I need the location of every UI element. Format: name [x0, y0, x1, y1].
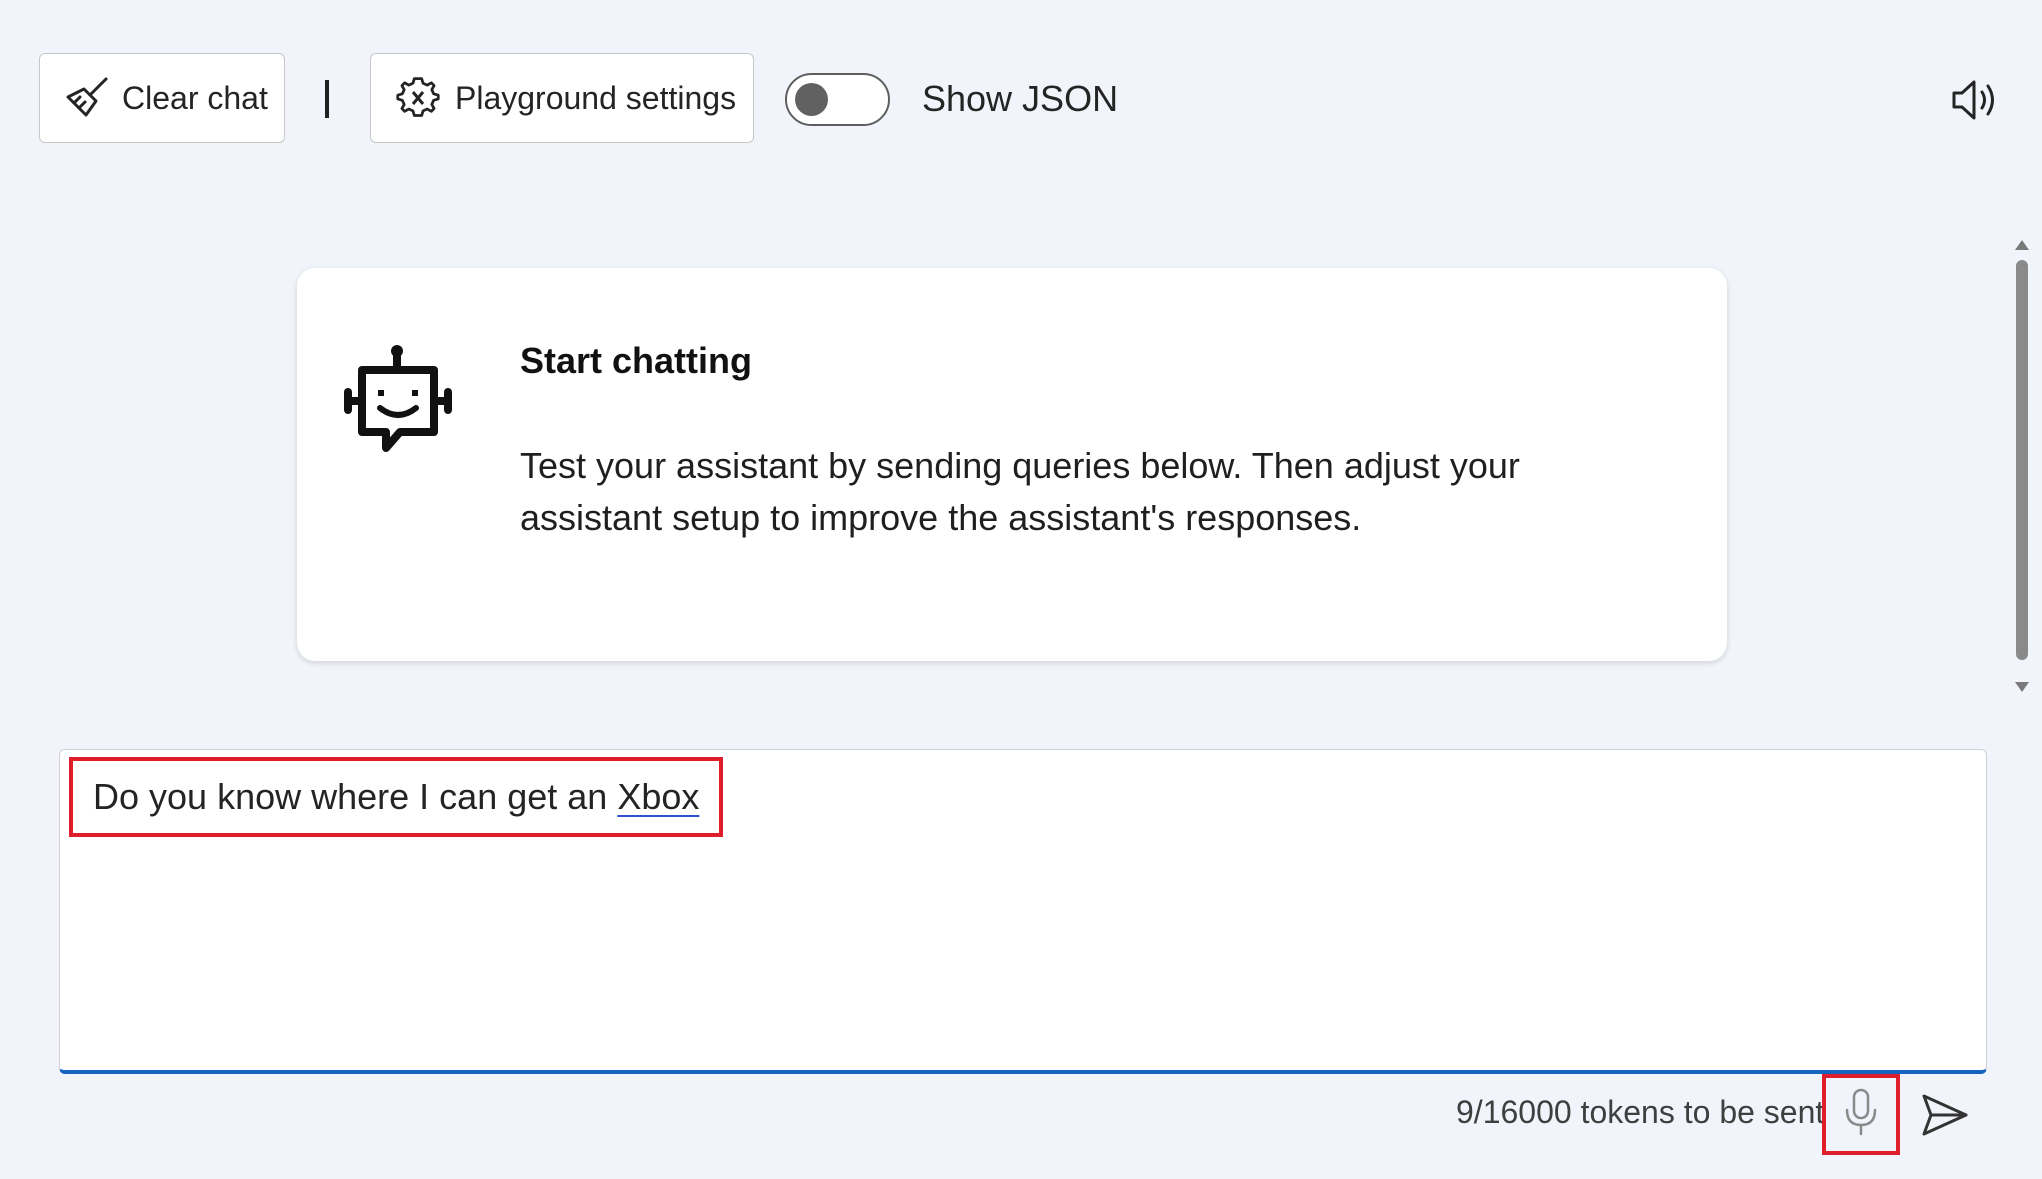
microphone-button[interactable]: [1822, 1074, 1900, 1155]
clear-chat-button[interactable]: Clear chat: [39, 53, 285, 143]
scroll-thumb[interactable]: [2016, 260, 2028, 660]
clear-chat-label: Clear chat: [122, 79, 268, 116]
input-text: Do you know where I can get an Xbox: [93, 776, 699, 818]
input-text-underlined: Xbox: [617, 776, 700, 817]
input-text-prefix: Do you know where I can get an: [93, 776, 618, 817]
start-chatting-card: Start chatting Test your assistant by se…: [297, 268, 1727, 661]
card-body: Test your assistant by sending queries b…: [520, 445, 1520, 538]
scroll-down-arrow[interactable]: [2015, 682, 2029, 692]
input-text-highlight: Do you know where I can get an Xbox: [69, 757, 724, 837]
show-json-toggle[interactable]: [785, 73, 890, 126]
bot-icon: [342, 340, 454, 468]
toolbar-divider: [325, 80, 329, 118]
gear-icon: [395, 75, 441, 121]
chat-scrollbar[interactable]: [2010, 236, 2034, 696]
playground-settings-label: Playground settings: [455, 79, 737, 116]
playground-settings-button[interactable]: Playground settings: [370, 53, 754, 143]
chat-input[interactable]: Do you know where I can get an Xbox: [59, 749, 1987, 1074]
card-title: Start chatting: [520, 340, 753, 381]
token-count: 9/16000 tokens to be sent: [1456, 1094, 1825, 1130]
microphone-icon: [1844, 1088, 1878, 1141]
send-icon: [1920, 1094, 1970, 1144]
broom-icon: [64, 75, 110, 121]
scroll-up-arrow[interactable]: [2015, 240, 2029, 250]
toggle-knob: [795, 83, 828, 116]
send-button[interactable]: [1920, 1090, 1970, 1140]
speaker-icon[interactable]: [1950, 74, 2002, 126]
show-json-label: Show JSON: [922, 78, 1119, 119]
